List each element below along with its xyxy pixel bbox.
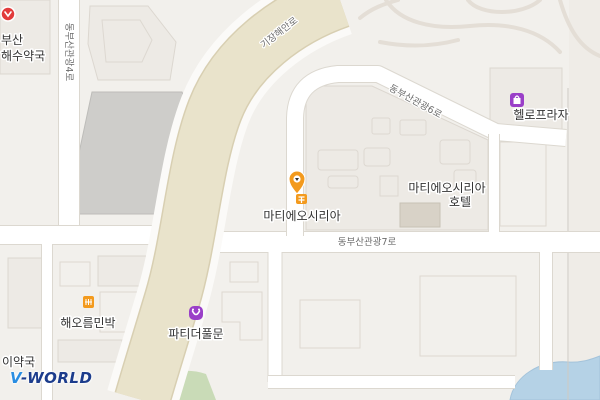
hotel-building xyxy=(399,202,441,228)
road-label-dongbusan-7: 동부산관광7로 xyxy=(338,236,397,248)
poi-label: 파티더풀문 xyxy=(168,327,223,341)
poi-label: 해오름민박 xyxy=(60,316,115,330)
building-footprint xyxy=(97,255,147,287)
hotel-icon xyxy=(296,194,307,204)
road-label-dongbusan-4: 동부산관광4로 xyxy=(63,23,75,82)
poi-label-line2: 호텔 xyxy=(449,195,471,209)
building-footprint xyxy=(7,257,43,329)
right-zone xyxy=(569,0,600,400)
poi-label: 헬로프라자 xyxy=(513,108,568,122)
poi-label: 마티에오시리아 xyxy=(263,209,340,223)
poi-label: 이약국 xyxy=(2,354,35,369)
leisure-icon[interactable] xyxy=(189,306,203,320)
red-marker-icon[interactable] xyxy=(0,6,16,22)
building-footprint xyxy=(57,339,123,363)
poi-label-line1: 마티에오시리아 xyxy=(408,181,485,195)
poi-label-line2: 해수약국 xyxy=(1,48,45,63)
poi-pharmacy-bottom[interactable]: 이약국 xyxy=(1,353,37,371)
map-viewport[interactable]: 기장해안로 동부산관광4로 동부산관광6로 동부산관광7로 부산 해수약국 마티… xyxy=(0,0,600,400)
lodging-icon[interactable] xyxy=(83,296,94,308)
poi-label-line1: 부산 xyxy=(1,33,23,47)
vworld-logo: V-WORLD xyxy=(10,369,93,387)
map-canvas[interactable]: 기장해안로 동부산관광4로 동부산관광6로 동부산관광7로 부산 해수약국 마티… xyxy=(0,0,600,400)
shopping-bag-icon[interactable] xyxy=(510,93,524,107)
